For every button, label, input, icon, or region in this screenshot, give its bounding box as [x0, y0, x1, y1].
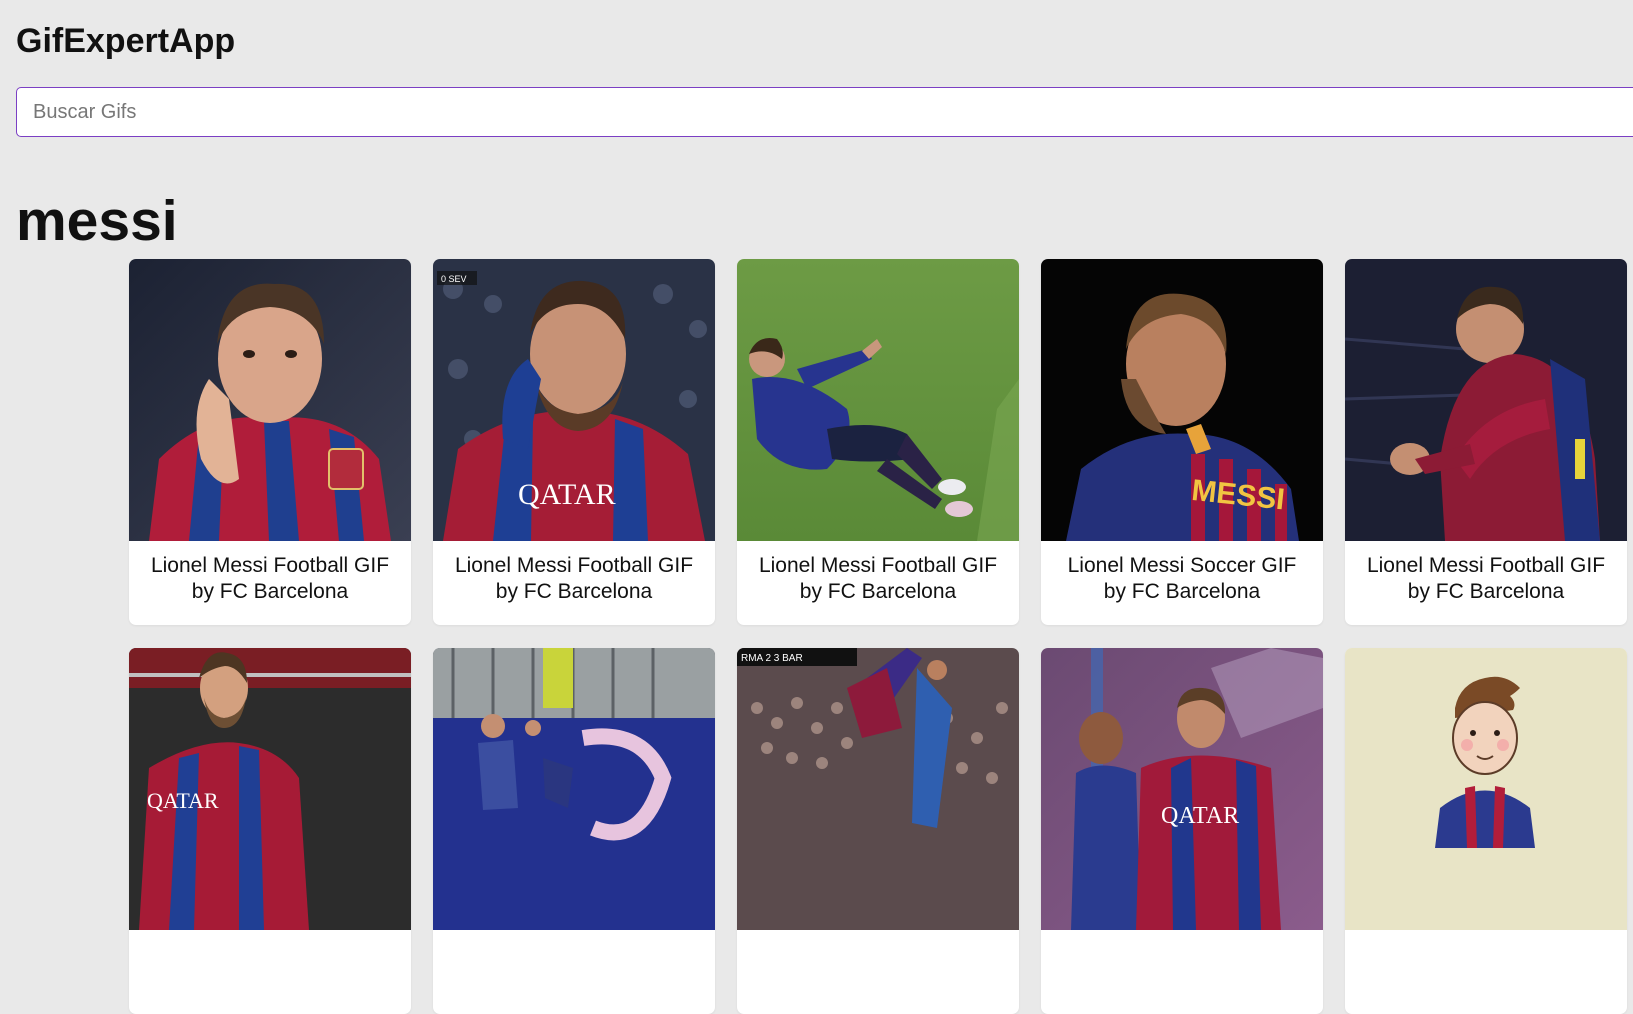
gif-image: MESSI	[1041, 259, 1323, 541]
gif-card[interactable]	[433, 648, 715, 1014]
gif-card[interactable]: QATAR	[1041, 648, 1323, 1014]
gif-title: Lionel Messi Football GIF by FC Barcelon…	[1366, 554, 1606, 603]
gif-card[interactable]	[1345, 648, 1627, 1014]
gif-image: 0 SEV QATAR	[433, 259, 715, 541]
category-title: messi	[16, 189, 178, 253]
gif-image: RMA 2 3 BAR	[737, 648, 1019, 930]
gif-image: QATAR	[1041, 648, 1323, 930]
sponsor-text: QATAR	[1161, 803, 1239, 829]
gif-card[interactable]: Lionel Messi Football GIF by FC Barcelon…	[1345, 259, 1627, 625]
gif-image	[433, 648, 715, 930]
gif-title	[433, 930, 715, 1014]
gif-title: Lionel Messi Football GIF by FC Barcelon…	[150, 554, 390, 603]
score-badge: 0 SEV	[441, 274, 467, 284]
broadcast-score: RMA 2 3 BAR	[741, 653, 803, 664]
gif-image	[1345, 259, 1627, 541]
gif-image: QATAR	[129, 648, 411, 930]
gif-title	[1345, 930, 1627, 1014]
search-input[interactable]	[16, 87, 1633, 137]
gif-title	[737, 930, 1019, 1014]
gif-title	[1041, 930, 1323, 1014]
gif-card[interactable]: 0 SEV QATAR Lionel Messi Football GIF by…	[433, 259, 715, 625]
gif-title: Lionel Messi Soccer GIF by FC Barcelona	[1067, 554, 1297, 603]
gif-title: Lionel Messi Football GIF by FC Barcelon…	[454, 554, 694, 603]
gif-image	[1345, 648, 1627, 930]
gif-title	[129, 930, 411, 1014]
sponsor-text: QATAR	[147, 788, 219, 813]
gif-card[interactable]: QATAR	[129, 648, 411, 1014]
gif-card[interactable]: MESSI Lionel Messi Soccer GIF by FC Barc…	[1041, 259, 1323, 625]
gif-title: Lionel Messi Football GIF by FC Barcelon…	[758, 554, 998, 603]
gif-card[interactable]: Lionel Messi Football GIF by FC Barcelon…	[737, 259, 1019, 625]
app-title: GifExpertApp	[16, 22, 236, 60]
gif-image	[737, 259, 1019, 541]
sponsor-text: QATAR	[518, 478, 616, 511]
gif-image	[129, 259, 411, 541]
gif-card[interactable]: Lionel Messi Football GIF by FC Barcelon…	[129, 259, 411, 625]
gif-card[interactable]: RMA 2 3 BAR	[737, 648, 1019, 1014]
